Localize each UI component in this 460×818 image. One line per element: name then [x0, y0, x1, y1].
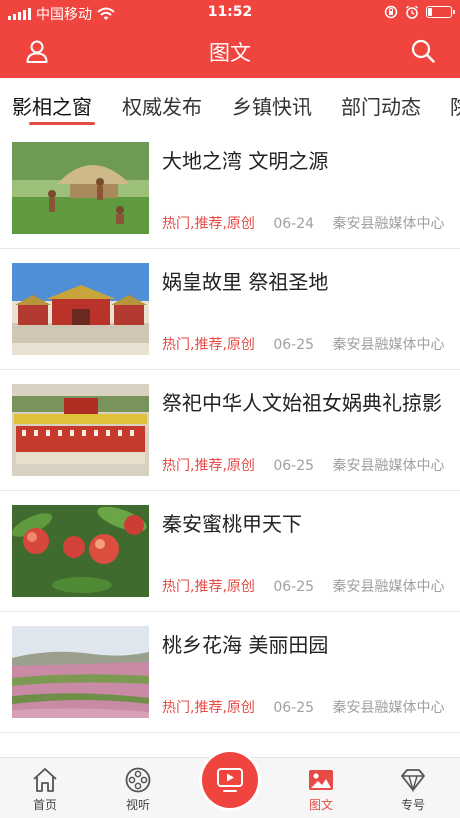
battery-icon: [426, 6, 455, 18]
center-play-button[interactable]: [202, 752, 258, 808]
article-tags: 热门,推荐,原创: [162, 700, 255, 716]
article-date: 06-24: [273, 216, 315, 232]
article-source: 秦安县融媒体中心: [332, 700, 445, 716]
film-reel-icon: [125, 767, 151, 793]
tab-quanwei[interactable]: 权威发布: [122, 91, 202, 120]
list-item[interactable]: 秦安蜜桃甲天下 热门,推荐,原创 06-25 秦安县融媒体中心: [0, 491, 460, 612]
status-bar: 中国移动 11:52: [0, 0, 460, 26]
article-tags: 热门,推荐,原创: [162, 337, 255, 353]
nav-special-label: 专号: [400, 798, 425, 812]
nav-home[interactable]: 首页: [15, 766, 75, 813]
list-item[interactable]: 大地之湾 文明之源 热门,推荐,原创 06-24 秦安县融媒体中心: [0, 128, 460, 249]
active-tab-indicator: [29, 122, 95, 125]
article-tags: 热门,推荐,原创: [162, 216, 255, 232]
list-item[interactable]: 娲皇故里 祭祖圣地 热门,推荐,原创 06-25 秦安县融媒体中心: [0, 249, 460, 370]
alarm-clock-icon: [405, 5, 419, 19]
home-icon: [33, 768, 57, 792]
article-date: 06-25: [273, 337, 315, 353]
article-tags: 热门,推荐,原创: [162, 458, 255, 474]
tab-partial[interactable]: 院: [450, 91, 460, 120]
article-date: 06-25: [273, 458, 315, 474]
image-icon: [309, 770, 333, 790]
app-header: 图文: [0, 26, 460, 78]
article-source: 秦安县融媒体中心: [332, 579, 445, 595]
nav-image-text-label: 图文: [308, 798, 333, 812]
article-source: 秦安县融媒体中心: [332, 216, 445, 232]
article-meta: 热门,推荐,原创 06-25 秦安县融媒体中心: [162, 455, 445, 475]
article-source: 秦安县融媒体中心: [332, 458, 445, 474]
orientation-lock-icon: [384, 5, 398, 19]
play-screen-icon: [217, 768, 243, 792]
list-item[interactable]: 桃乡花海 美丽田园 热门,推荐,原创 06-25 秦安县融媒体中心: [0, 612, 460, 733]
page-title: 图文: [209, 41, 251, 65]
search-icon[interactable]: [410, 38, 436, 64]
article-meta: 热门,推荐,原创 06-25 秦安县融媒体中心: [162, 576, 445, 596]
nav-home-label: 首页: [32, 798, 57, 812]
article-thumbnail: [12, 142, 149, 234]
nav-image-text[interactable]: 图文: [291, 766, 351, 813]
article-title: 娲皇故里 祭祖圣地: [162, 270, 329, 294]
article-title: 桃乡花海 美丽田园: [162, 633, 329, 657]
tab-xiangzhen[interactable]: 乡镇快讯: [232, 91, 312, 120]
article-title: 祭祀中华人文始祖女娲典礼掠影: [162, 391, 442, 415]
nav-video-label: 视听: [125, 798, 150, 812]
article-source: 秦安县融媒体中心: [332, 337, 445, 353]
tab-yingxiang[interactable]: 影相之窗: [12, 91, 92, 120]
diamond-icon: [401, 769, 425, 793]
nav-special[interactable]: 专号: [383, 766, 443, 813]
article-title: 大地之湾 文明之源: [162, 149, 329, 173]
nav-video[interactable]: 视听: [108, 766, 168, 813]
list-item[interactable]: 祭祀中华人文始祖女娲典礼掠影 热门,推荐,原创 06-25 秦安县融媒体中心: [0, 370, 460, 491]
article-tags: 热门,推荐,原创: [162, 579, 255, 595]
article-date: 06-25: [273, 700, 315, 716]
article-title: 秦安蜜桃甲天下: [162, 512, 302, 536]
article-thumbnail: [12, 626, 149, 718]
category-tabs: 影相之窗 权威发布 乡镇快讯 部门动态 院: [0, 78, 460, 128]
article-thumbnail: [12, 505, 149, 597]
article-meta: 热门,推荐,原创 06-25 秦安县融媒体中心: [162, 334, 445, 354]
article-thumbnail: [12, 384, 149, 476]
article-meta: 热门,推荐,原创 06-25 秦安县融媒体中心: [162, 697, 445, 717]
tab-bumen[interactable]: 部门动态: [341, 91, 421, 120]
article-date: 06-25: [273, 579, 315, 595]
article-meta: 热门,推荐,原创 06-24 秦安县融媒体中心: [162, 213, 445, 233]
article-thumbnail: [12, 263, 149, 355]
